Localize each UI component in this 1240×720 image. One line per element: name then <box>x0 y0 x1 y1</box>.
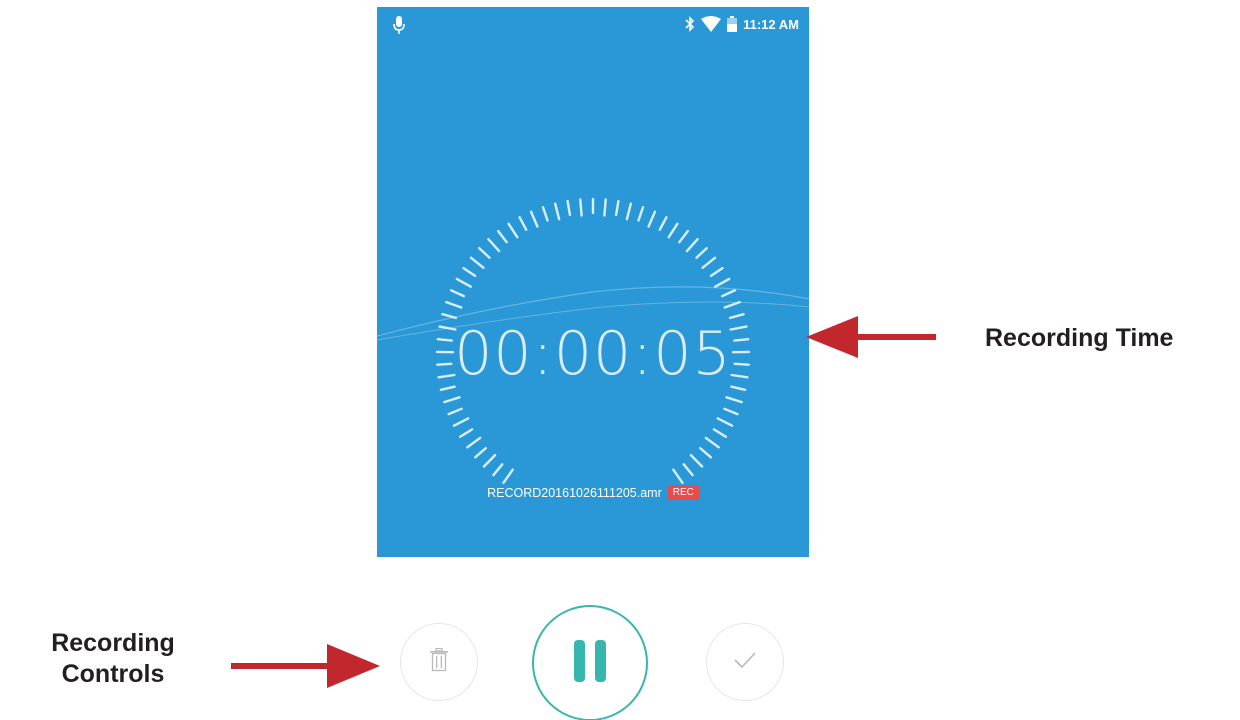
dial-tick <box>445 300 463 309</box>
dial-tick <box>496 229 508 244</box>
pause-recording-button[interactable] <box>532 605 648 720</box>
dial-tick <box>473 446 488 459</box>
pause-icon <box>573 639 607 688</box>
dial-tick <box>466 436 482 449</box>
dial-tick <box>709 266 724 278</box>
dial-tick <box>449 289 466 298</box>
recorder-screen: 11:12 AM 00:00:05 RECORD20161026111205.a… <box>377 7 809 557</box>
check-icon <box>733 651 757 674</box>
dial-tick <box>695 246 708 259</box>
dial-tick <box>458 428 474 438</box>
dial-tick <box>603 198 607 217</box>
dial-tick <box>579 198 583 217</box>
dial-tick <box>553 202 561 221</box>
dial-tick <box>443 396 461 404</box>
dial-tick <box>725 396 743 404</box>
dial-tick <box>482 453 497 468</box>
dial-tick <box>678 229 689 244</box>
dial-tick <box>469 256 485 269</box>
dial-tick <box>647 210 657 228</box>
save-recording-button[interactable] <box>706 623 784 701</box>
elapsed-time: 00:00:05 <box>454 319 732 389</box>
dial-tick <box>716 417 734 427</box>
dial-tick <box>447 407 463 416</box>
recording-time-arrow <box>806 316 936 358</box>
dial-tick <box>455 277 473 288</box>
dial-tick <box>682 463 694 477</box>
dial-tick <box>672 468 684 484</box>
recording-status-badge: REC <box>667 485 699 500</box>
dial-tick <box>625 202 633 221</box>
dial-tick <box>721 289 737 298</box>
dial-tick <box>502 468 514 484</box>
dial-tick <box>685 237 699 253</box>
recording-dial <box>377 197 809 484</box>
dial-tick <box>699 446 712 459</box>
recording-controls-callout-line2: Controls <box>61 660 165 688</box>
recording-file-info: RECORD20161026111205.amr REC <box>377 485 809 500</box>
dial-tick <box>658 216 668 231</box>
dial-tick <box>529 210 539 228</box>
dial-tick <box>541 205 549 222</box>
dial-tick <box>507 222 519 239</box>
dial-tick <box>478 246 491 259</box>
dial-tick <box>462 266 477 278</box>
dial-tick <box>487 237 501 253</box>
dial-tick <box>723 407 739 416</box>
recording-controls-callout: Recording Controls <box>0 628 226 690</box>
recording-file-name: RECORD20161026111205.amr <box>487 485 662 500</box>
dial-tick <box>728 313 745 320</box>
recording-time-callout: Recording Time <box>985 324 1174 352</box>
dial-tick <box>637 205 645 222</box>
trash-icon <box>428 647 450 677</box>
dial-tick <box>714 277 731 288</box>
dial-tick <box>712 428 728 438</box>
delete-recording-button[interactable] <box>400 623 478 701</box>
dial-tick <box>518 216 528 231</box>
page: 11:12 AM 00:00:05 RECORD20161026111205.a… <box>0 0 1240 720</box>
dial-tick <box>704 436 720 449</box>
dial-tick <box>452 417 470 427</box>
dial-tick <box>492 463 504 477</box>
recording-controls-arrow <box>231 644 380 688</box>
dial-tick <box>667 222 679 239</box>
dial-tick <box>566 199 572 217</box>
dial-tick <box>441 313 458 320</box>
recording-controls-callout-line1: Recording <box>51 629 175 657</box>
dial-tick <box>701 256 717 269</box>
dial-tick <box>723 300 741 309</box>
dial-tick <box>689 453 704 468</box>
dial-tick <box>614 199 620 217</box>
